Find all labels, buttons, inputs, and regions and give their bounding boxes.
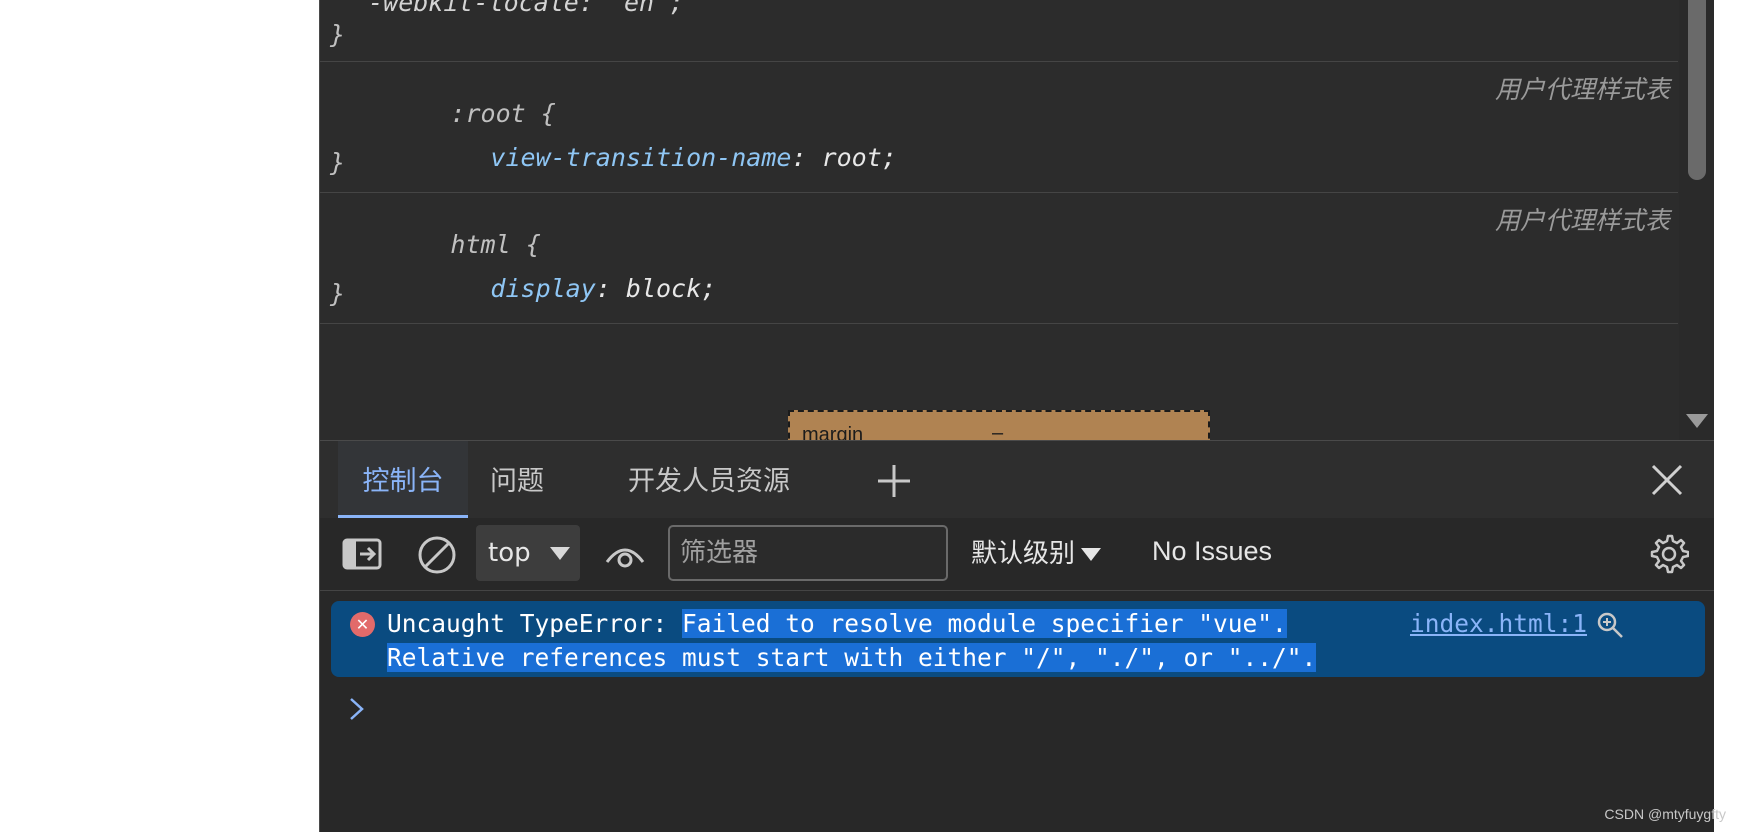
close-icon[interactable] [1650,463,1684,497]
styles-pane: -webkit-locale: "en"; } :root { 用户代理样式表 … [320,0,1679,440]
tab-issues[interactable]: 问题 [490,441,544,515]
rule-close-brace: } [330,279,346,308]
sidebar-toggle-icon[interactable] [342,538,382,570]
log-level-selector[interactable]: 默认级别 [971,532,1102,576]
style-rule-root[interactable]: :root { 用户代理样式表 view-transition-name: ro… [320,62,1678,193]
gear-icon[interactable] [1647,533,1689,575]
console-prompt-chevron-icon[interactable] [348,696,366,722]
drawer-tab-bar: 控制台 问题 开发人员资源 [320,440,1714,519]
search-icon[interactable] [1596,611,1624,639]
scrollbar-thumb[interactable] [1688,0,1706,180]
style-rule-html[interactable]: html { 用户代理样式表 display: block; } [320,193,1678,324]
box-model-margin[interactable]: margin – [788,410,1210,440]
rule-divider [320,0,1678,62]
rule-close-brace: } [330,148,346,177]
rule-origin-label: 用户代理样式表 [1494,75,1670,104]
context-value: top [488,538,531,568]
filter-input[interactable] [668,525,948,581]
chevron-down-icon [550,547,570,560]
watermark: CSDN @mtyfuygfty [1604,806,1726,822]
log-level-value: 默认级别 [971,539,1076,569]
css-property[interactable]: view-transition-name [490,143,791,172]
rule-origin-label: 用户代理样式表 [1494,206,1670,235]
console-error-message[interactable]: ✕ Uncaught TypeError: Failed to resolve … [331,601,1705,677]
box-model-label: margin [802,424,864,440]
context-selector[interactable]: top [476,525,580,581]
scroll-down-arrow-icon[interactable] [1686,414,1708,428]
chevron-down-icon [1081,548,1102,561]
console-toolbar: top 默认级别 No Issues [320,518,1714,591]
devtools-panel: -webkit-locale: "en"; } :root { 用户代理样式表 … [319,0,1714,832]
error-message-line-2: Relative references must start with eith… [387,643,1317,672]
error-message-line-1: Failed to resolve module specifier "vue"… [682,609,1287,638]
error-prefix: Uncaught TypeError: [387,609,683,638]
source-link[interactable]: index.html:1 [1410,609,1587,638]
css-value[interactable]: root [822,143,882,172]
css-property[interactable]: display [490,274,595,303]
box-model-value[interactable]: – [992,422,1003,440]
clear-console-icon[interactable] [417,535,457,575]
live-expression-eye-icon[interactable] [604,538,646,572]
tab-console[interactable]: 控制台 [338,441,468,519]
error-icon: ✕ [350,612,375,637]
tab-developer-resources[interactable]: 开发人员资源 [628,441,790,515]
css-value[interactable]: block [626,274,701,303]
issues-counter[interactable]: No Issues [1152,536,1272,567]
plus-icon[interactable] [876,463,912,499]
